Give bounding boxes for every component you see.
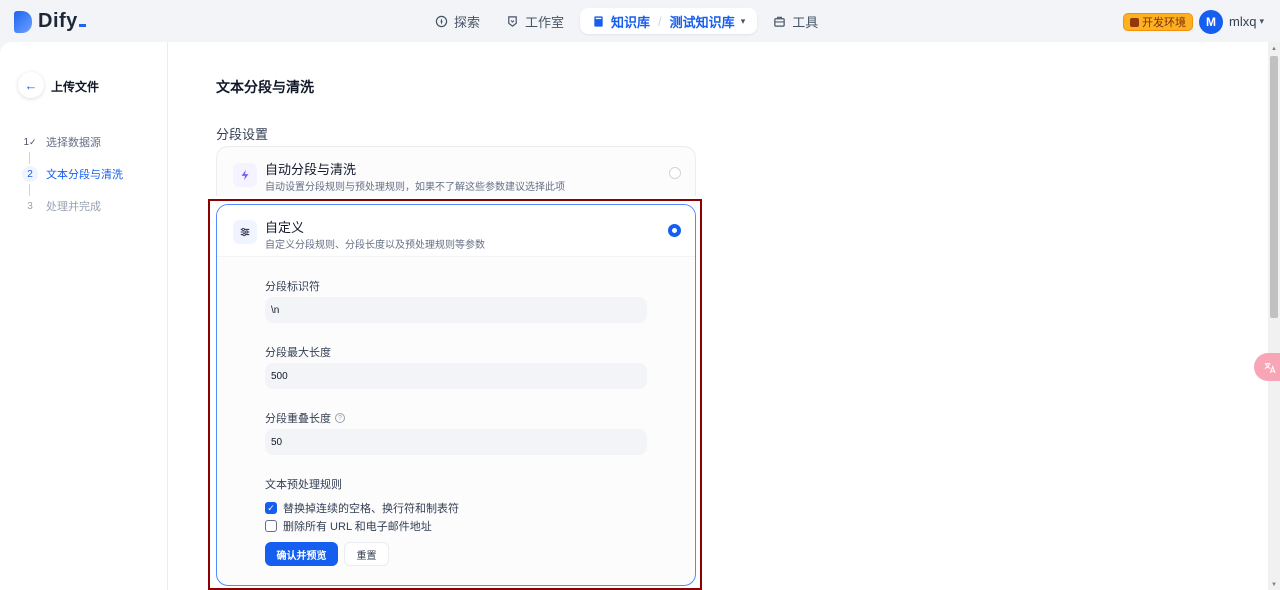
scroll-down-icon[interactable]: ▼	[1271, 582, 1277, 588]
sliders-icon	[233, 220, 257, 244]
step-label: 处理并完成	[46, 201, 101, 213]
studio-icon	[508, 15, 517, 27]
overlap-label: 分段重叠长度 ?	[265, 410, 345, 426]
preprocess-rules-label: 文本预处理规则	[265, 479, 342, 491]
step-process-done: 3 处理并完成	[22, 198, 101, 214]
page-scrollbar[interactable]: ▲ ▼	[1268, 42, 1280, 590]
arrow-left-icon: ←	[24, 77, 38, 93]
nav-separator: /	[658, 13, 662, 29]
separator-label: 分段标识符	[265, 281, 320, 293]
auto-segment-option[interactable]: 自动分段与清洗 自动设置分段规则与预处理规则，如果不了解这些参数建议选择此项	[216, 146, 696, 196]
main-content: ← 上传文件 1 ✓ 选择数据源 2 文本分段与清洗 3 处理并完成 文本分段与清…	[0, 42, 1268, 590]
nav-explore[interactable]: 探索	[425, 8, 490, 34]
nav-studio[interactable]: 工作室	[496, 8, 574, 34]
custom-option-radio[interactable]	[668, 224, 681, 237]
step-number: 2	[22, 166, 38, 182]
user-menu[interactable]: mlxq ▾	[1229, 14, 1264, 29]
main-nav: 探索 工作室 知识库 / 测试知识库 ▾ 工具	[425, 8, 828, 34]
top-header: Dify 探索 工作室 知识库 / 测试知识库 ▾ 工具 开发环境 M mlxq…	[0, 0, 1280, 42]
check-icon: ✓	[29, 136, 37, 147]
avatar[interactable]: M	[1199, 10, 1223, 34]
nav-tools[interactable]: 工具	[763, 8, 828, 34]
compass-icon	[435, 15, 448, 27]
step-number: 3	[27, 200, 33, 212]
nav-studio-label: 工作室	[525, 14, 565, 30]
custom-option-header: 自定义 自定义分段规则、分段长度以及预处理规则等参数	[217, 205, 695, 257]
step-label: 选择数据源	[46, 137, 101, 149]
code-icon	[1130, 17, 1139, 27]
scroll-thumb[interactable]	[1270, 56, 1278, 318]
auto-option-radio[interactable]	[669, 167, 681, 179]
step-select-source: 1 ✓ 选择数据源	[22, 134, 101, 150]
custom-segment-option[interactable]: 自定义 自定义分段规则、分段长度以及预处理规则等参数 分段标识符 分段最大长度 …	[216, 204, 696, 586]
max-length-input[interactable]	[265, 363, 647, 389]
steps-sidebar: ← 上传文件 1 ✓ 选择数据源 2 文本分段与清洗 3 处理并完成	[0, 42, 168, 590]
step-label: 文本分段与清洗	[46, 169, 123, 181]
nav-knowledge-label: 知识库	[611, 14, 651, 30]
step-connector	[29, 152, 30, 164]
section-label: 分段设置	[216, 127, 269, 142]
overlap-input[interactable]	[265, 429, 647, 455]
rule-remove-urls[interactable]: 删除所有 URL 和电子邮件地址	[265, 518, 432, 534]
nav-explore-label: 探索	[454, 14, 481, 30]
rule-remove-whitespace[interactable]: ✓ 替换掉连续的空格、换行符和制表符	[265, 500, 459, 516]
custom-option-desc: 自定义分段规则、分段长度以及预处理规则等参数	[265, 240, 485, 251]
lightning-icon	[233, 163, 257, 187]
logo-text: Dify	[38, 10, 86, 33]
help-icon[interactable]: ?	[335, 413, 345, 423]
checkbox-checked[interactable]: ✓	[265, 502, 277, 514]
confirm-preview-button[interactable]: 确认并预览	[265, 542, 338, 566]
auto-option-desc: 自动设置分段规则与预处理规则，如果不了解这些参数建议选择此项	[265, 182, 565, 193]
book-icon	[594, 15, 603, 27]
auto-option-title: 自动分段与清洗	[265, 162, 357, 177]
env-badge-label: 开发环境	[1142, 17, 1186, 29]
step-chunk-clean: 2 文本分段与清洗	[22, 166, 123, 182]
step-connector	[29, 184, 30, 196]
username: mlxq	[1229, 14, 1257, 29]
custom-option-title: 自定义	[265, 220, 305, 235]
nav-knowledge[interactable]: 知识库 / 测试知识库 ▾	[580, 8, 758, 34]
dify-logo[interactable]: Dify	[14, 10, 86, 33]
reset-button[interactable]: 重置	[344, 542, 389, 566]
rule-label: 替换掉连续的空格、换行符和制表符	[283, 503, 459, 515]
dify-logo-mark	[14, 10, 32, 33]
chevron-down-icon[interactable]: ▾	[741, 16, 746, 27]
scroll-up-icon[interactable]: ▲	[1271, 46, 1277, 52]
env-badge: 开发环境	[1123, 13, 1193, 31]
max-length-label: 分段最大长度	[265, 347, 331, 359]
rule-label: 删除所有 URL 和电子邮件地址	[283, 521, 432, 533]
toolbox-icon	[774, 16, 785, 27]
chevron-down-icon: ▾	[1259, 16, 1264, 26]
back-button[interactable]: ←	[18, 72, 44, 98]
translate-icon[interactable]	[1254, 353, 1280, 381]
nav-tools-label: 工具	[792, 14, 819, 30]
checkbox-unchecked[interactable]	[265, 520, 277, 532]
page-title: 文本分段与清洗	[216, 79, 314, 95]
sidebar-title: 上传文件	[51, 80, 100, 94]
step-number: 1 ✓	[23, 136, 37, 148]
nav-current-dataset[interactable]: 测试知识库	[670, 12, 735, 31]
separator-input[interactable]	[265, 297, 647, 323]
